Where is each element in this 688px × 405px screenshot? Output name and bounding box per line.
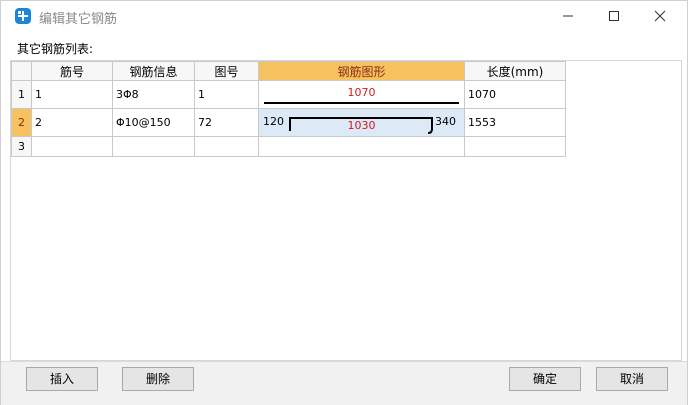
maximize-button[interactable] <box>591 1 637 31</box>
rebar-table: 筋号 钢筋信息 图号 钢筋图形 长度(mm) 1 1 3Φ8 1 1070 10… <box>11 61 566 157</box>
column-header-length[interactable]: 长度(mm) <box>464 61 566 81</box>
title-bar: 编辑其它钢筋 <box>1 1 687 31</box>
window-title: 编辑其它钢筋 <box>39 12 118 27</box>
cell-length[interactable]: 1070 <box>464 80 566 109</box>
table-row[interactable]: 1 1 3Φ8 1 1070 1070 <box>11 80 566 109</box>
straight-bar-shape <box>264 102 459 104</box>
delete-button[interactable]: 删除 <box>122 367 194 391</box>
minimize-icon <box>563 15 573 17</box>
dialog-footer: 插入 删除 确定 取消 <box>1 361 687 405</box>
cell-rebar-shape[interactable]: 1070 <box>258 80 465 109</box>
edit-other-rebar-dialog: 编辑其它钢筋 其它钢筋列表: 筋号 钢筋信息 图号 钢筋图形 长度(mm) 1 … <box>0 0 688 405</box>
cell-bar-no[interactable]: 2 <box>31 108 113 137</box>
row-header[interactable]: 2 <box>11 108 32 137</box>
cell-bar-no[interactable] <box>31 136 113 157</box>
cell-length[interactable] <box>464 136 566 157</box>
cancel-button[interactable]: 取消 <box>596 367 668 391</box>
shape-main-length: 1030 <box>347 119 376 132</box>
ok-button[interactable]: 确定 <box>509 367 581 391</box>
row-header[interactable]: 3 <box>11 136 32 157</box>
cell-length[interactable]: 1553 <box>464 108 566 137</box>
minimize-button[interactable] <box>545 1 591 31</box>
cell-rebar-info[interactable]: 3Φ8 <box>112 80 195 109</box>
shape-dimension-label: 1070 <box>347 86 376 99</box>
rebar-grid: 筋号 钢筋信息 图号 钢筋图形 长度(mm) 1 1 3Φ8 1 1070 10… <box>10 60 682 361</box>
cell-rebar-info[interactable] <box>112 136 195 157</box>
header-row: 筋号 钢筋信息 图号 钢筋图形 长度(mm) <box>11 61 566 81</box>
cell-figure-no[interactable]: 72 <box>194 108 259 137</box>
cell-bar-no[interactable]: 1 <box>31 80 113 109</box>
cell-figure-no[interactable]: 1 <box>194 80 259 109</box>
column-header-figure-no[interactable]: 图号 <box>194 61 259 81</box>
shape-right-length: 340 <box>435 115 456 128</box>
table-row[interactable]: 2 2 Φ10@150 72 120 1030 340 1553 <box>11 108 566 137</box>
cell-rebar-info[interactable]: Φ10@150 <box>112 108 195 137</box>
cell-figure-no[interactable] <box>194 136 259 157</box>
close-button[interactable] <box>637 1 683 31</box>
rebar-list-label: 其它钢筋列表: <box>17 42 94 56</box>
column-header-rebar-info[interactable]: 钢筋信息 <box>112 61 195 81</box>
close-icon <box>654 10 666 22</box>
insert-button[interactable]: 插入 <box>26 367 98 391</box>
table-row[interactable]: 3 <box>11 136 566 157</box>
cell-rebar-shape[interactable] <box>258 136 465 157</box>
maximize-icon <box>609 11 619 21</box>
app-logo-icon <box>15 8 31 24</box>
column-header-rebar-shape[interactable]: 钢筋图形 <box>258 61 465 81</box>
column-header-bar-no[interactable]: 筋号 <box>31 61 113 81</box>
cell-rebar-shape[interactable]: 120 1030 340 <box>258 108 465 137</box>
row-header[interactable]: 1 <box>11 80 32 109</box>
corner-header[interactable] <box>11 61 32 81</box>
